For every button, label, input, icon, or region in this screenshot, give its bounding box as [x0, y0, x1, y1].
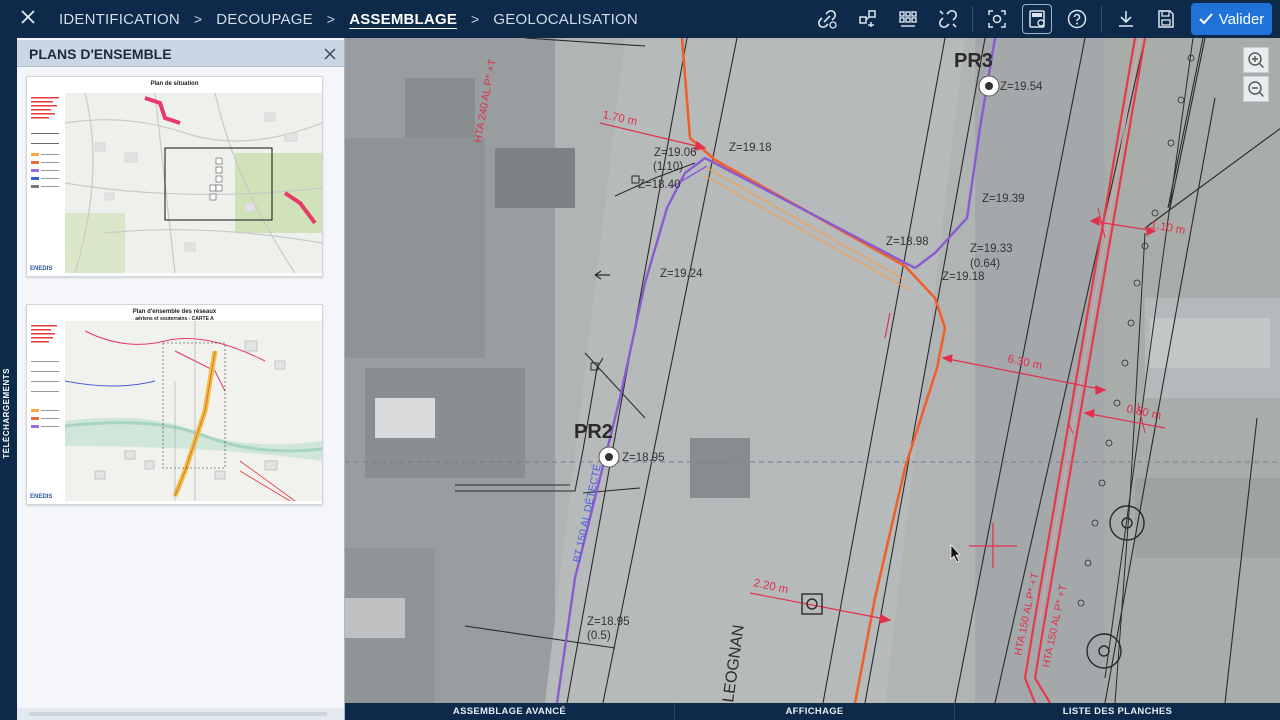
thumbnail-legend [31, 325, 59, 428]
step-separator: > [471, 11, 480, 27]
elevation-label: Z=18.98 [886, 236, 929, 248]
thumbnail-logo: ENEDIS [30, 494, 53, 500]
thumbnail-logo: ENEDIS [30, 266, 53, 272]
map-overlay-icon[interactable] [1022, 4, 1052, 34]
thumbnail-map-situation [65, 93, 322, 273]
elevation-label: Z=18.40 [638, 179, 681, 191]
depth-label: (0.5) [587, 630, 611, 642]
plan-thumbnail-situation[interactable]: Plan de situation ENEDIS [26, 76, 323, 277]
elevation-label: Z=19.39 [982, 193, 1025, 205]
close-icon[interactable] [18, 8, 38, 28]
thumbnail-map-carte-a [65, 321, 322, 501]
top-toolbar: IDENTIFICATION > DECOUPAGE > ASSEMBLAGE … [0, 0, 1280, 38]
thumbnail-title: Plan d'ensemble des réseaux [132, 309, 217, 315]
toolbar-divider [972, 6, 973, 32]
display-button[interactable]: AFFICHAGE [675, 703, 955, 720]
workflow-steps: IDENTIFICATION > DECOUPAGE > ASSEMBLAGE … [59, 0, 638, 38]
link-icon[interactable] [812, 4, 842, 34]
overview-plans-panel: PLANS D'ENSEMBLE Plan de situation ENEDI… [17, 38, 345, 720]
elevation-label: Z=18.95 [622, 452, 665, 464]
unlink-icon[interactable] [933, 4, 963, 34]
elevation-label: Z=19.06 [654, 147, 697, 159]
thumbnail-title: Plan de situation [150, 81, 199, 87]
map-canvas[interactable]: PR3 PR2 Z=19.54 Z=19.18 Z=19.06 (1.10) Z… [345, 38, 1280, 703]
advanced-assembly-button[interactable]: ASSEMBLAGE AVANCÉ [345, 703, 675, 720]
help-icon[interactable] [1062, 4, 1092, 34]
zoom-in-icon[interactable] [1243, 47, 1269, 73]
elevation-label: Z=19.18 [729, 142, 772, 154]
depth-label: (0.64) [970, 258, 1000, 270]
assembled-plan-map[interactable]: PR3 PR2 Z=19.54 Z=19.18 Z=19.06 (1.10) Z… [345, 38, 1280, 703]
depth-label: (1.10) [653, 161, 683, 173]
step-identification[interactable]: IDENTIFICATION [59, 11, 180, 28]
panel-horizontal-scrollbar[interactable] [17, 708, 344, 720]
elevation-label: Z=19.54 [1000, 81, 1043, 93]
grid-icon[interactable] [893, 4, 923, 34]
elevation-label: Z=19.18 [942, 271, 985, 283]
save-icon[interactable] [1151, 4, 1181, 34]
step-assemblage[interactable]: ASSEMBLAGE [349, 11, 457, 28]
panel-close-icon[interactable] [324, 43, 336, 65]
transform-icon[interactable] [853, 4, 883, 34]
step-decoupage[interactable]: DECOUPAGE [216, 11, 313, 28]
step-geolocalisation[interactable]: GEOLOCALISATION [493, 11, 637, 28]
downloads-strip[interactable]: TÉLÉCHARGEMENTS [0, 38, 17, 720]
pr2-label: PR2 [574, 421, 613, 443]
step-separator: > [193, 11, 203, 27]
sheets-list-button[interactable]: LISTE DES PLANCHES [955, 703, 1280, 720]
thumbnail-legend [31, 97, 59, 188]
validate-button[interactable]: Valider [1191, 3, 1272, 35]
pr3-marker[interactable] [978, 75, 1000, 97]
elevation-label: Z=19.33 [970, 243, 1013, 255]
zoom-out-icon[interactable] [1243, 76, 1269, 102]
panel-title: PLANS D'ENSEMBLE [29, 46, 172, 62]
pr3-label: PR3 [954, 50, 993, 72]
scrollbar-thumb[interactable] [29, 712, 327, 716]
toolbar-divider [1101, 6, 1102, 32]
step-separator: > [326, 11, 336, 27]
elevation-label: Z=18.95 [587, 616, 630, 628]
validate-label: Valider [1218, 10, 1265, 28]
view-icon[interactable] [982, 4, 1012, 34]
pr2-marker[interactable] [598, 446, 620, 468]
downloads-label: TÉLÉCHARGEMENTS [2, 368, 11, 459]
download-icon[interactable] [1111, 4, 1141, 34]
check-icon [1198, 13, 1213, 25]
panel-header: PLANS D'ENSEMBLE [17, 40, 344, 67]
plan-thumbnail-carte-a[interactable]: Plan d'ensemble des réseaux aériens et s… [26, 304, 323, 505]
bottom-toolbar: ASSEMBLAGE AVANCÉ AFFICHAGE LISTE DES PL… [345, 703, 1280, 720]
elevation-label: Z=19.24 [660, 268, 703, 280]
